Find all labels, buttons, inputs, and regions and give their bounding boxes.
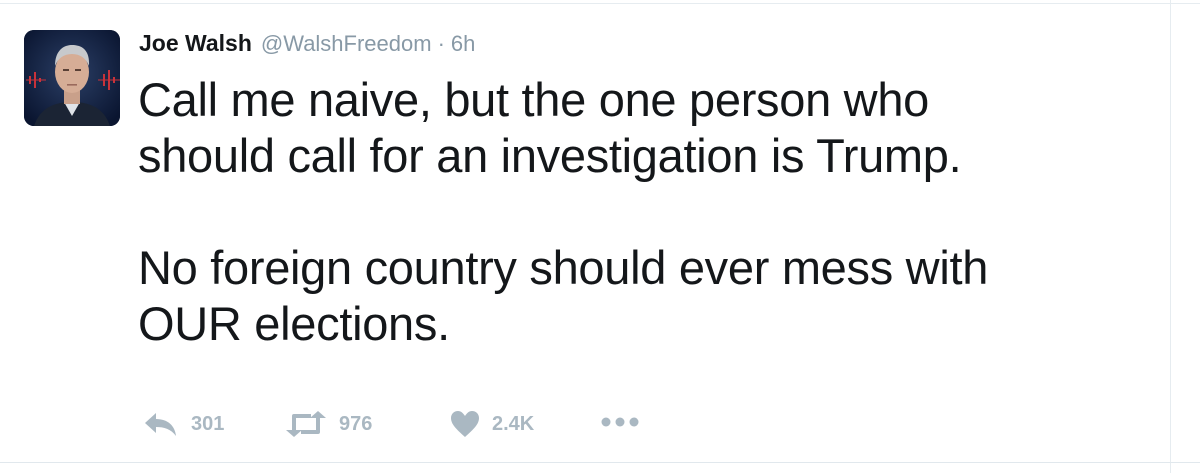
heart-icon bbox=[450, 410, 480, 438]
reply-button[interactable]: 301 bbox=[143, 411, 285, 437]
right-divider bbox=[1170, 0, 1171, 473]
reply-count: 301 bbox=[191, 412, 225, 435]
separator-dot: · bbox=[437, 31, 445, 56]
like-button[interactable]: 2.4K bbox=[450, 410, 600, 438]
reply-icon bbox=[143, 411, 179, 437]
bottom-divider bbox=[0, 462, 1200, 463]
tweet-header: Joe Walsh @WalshFreedom · 6h bbox=[139, 30, 475, 62]
tweet-card: Joe Walsh @WalshFreedom · 6h Call me nai… bbox=[0, 0, 1200, 473]
tweet-timestamp[interactable]: 6h bbox=[451, 31, 475, 57]
top-divider bbox=[0, 3, 1200, 4]
author-handle[interactable]: @WalshFreedom bbox=[261, 31, 432, 57]
retweet-button[interactable]: 976 bbox=[285, 410, 450, 438]
avatar[interactable] bbox=[24, 30, 120, 126]
retweet-count: 976 bbox=[339, 412, 373, 435]
retweet-icon bbox=[285, 410, 327, 438]
like-count: 2.4K bbox=[492, 412, 535, 435]
author-name[interactable]: Joe Walsh bbox=[139, 30, 252, 57]
more-icon bbox=[600, 416, 640, 433]
more-options-button[interactable] bbox=[600, 415, 640, 434]
tweet-text: Call me naive, but the one person who sh… bbox=[138, 73, 989, 350]
tweet-actions: 301 976 2.4K bbox=[143, 404, 640, 444]
